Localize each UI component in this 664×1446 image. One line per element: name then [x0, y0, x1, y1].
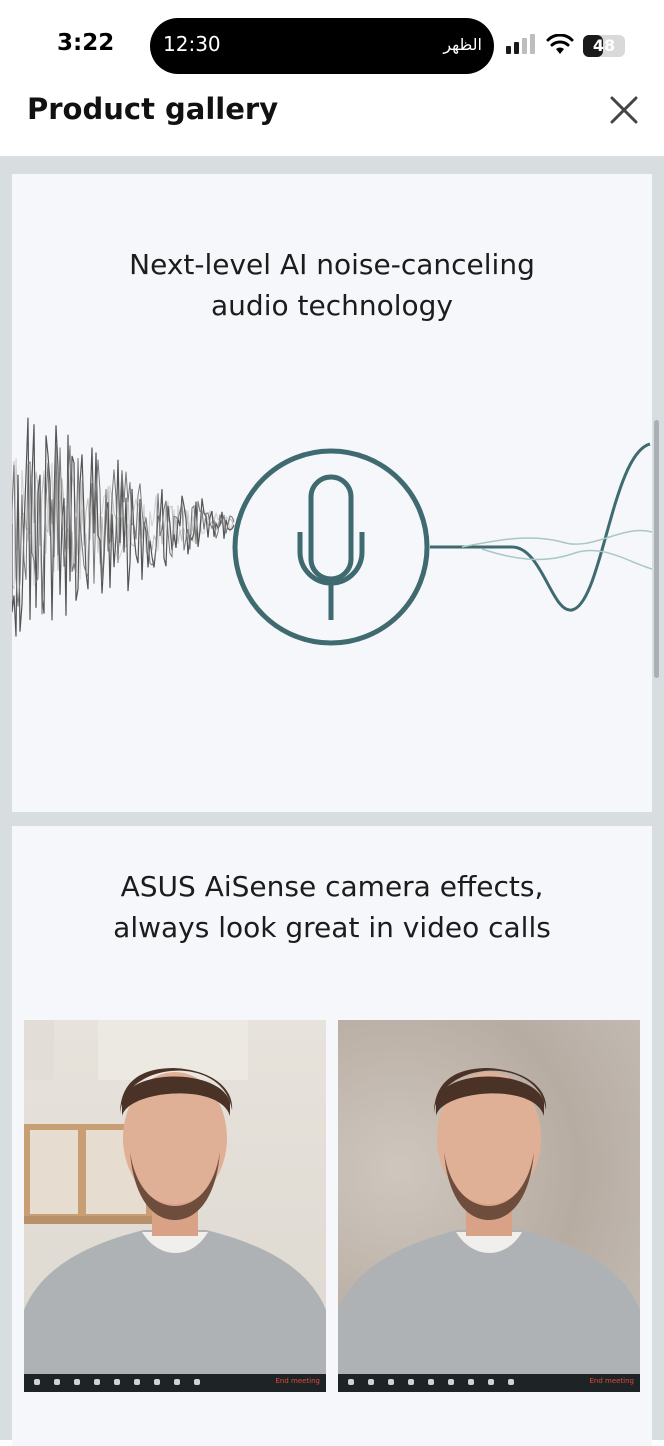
wifi-icon [546, 34, 574, 54]
noise-canceling-illustration [12, 417, 652, 646]
status-bar: 3:22 12:30 الظهر 48 [0, 0, 664, 86]
header: Product gallery [0, 86, 664, 156]
person-photo [338, 1068, 640, 1392]
video-call-toolbar: End meeting [338, 1374, 640, 1392]
microphone-icon [232, 448, 430, 646]
video-call-blurred-background: End meeting [338, 1020, 640, 1392]
heading-line-2: always look great in video calls [113, 911, 551, 944]
battery-level: 48 [592, 36, 616, 55]
person-photo [24, 1020, 326, 1392]
gallery-image-aisense-camera[interactable]: ASUS AiSense camera effects, always look… [12, 826, 652, 1446]
cellular-signal-icon [506, 34, 535, 54]
panel-heading: ASUS AiSense camera effects, always look… [12, 866, 652, 948]
video-call-toolbar: End meeting [24, 1374, 326, 1392]
dynamic-island[interactable]: 12:30 الظهر [150, 18, 494, 74]
island-label: الظهر [443, 35, 482, 54]
island-time: 12:30 [163, 32, 221, 56]
page-title: Product gallery [27, 92, 279, 126]
status-time: 3:22 [57, 30, 115, 56]
close-icon[interactable] [606, 92, 642, 128]
heading-line-1: ASUS AiSense camera effects, [120, 870, 544, 903]
video-call-original-background: End meeting [24, 1020, 326, 1392]
end-meeting-label: End meeting [589, 1377, 634, 1385]
heading-line-2: audio technology [211, 289, 453, 322]
heading-line-1: Next-level AI noise-canceling [129, 248, 535, 281]
end-meeting-label: End meeting [275, 1377, 320, 1385]
gallery-image-noise-canceling[interactable]: Next-level AI noise-canceling audio tech… [12, 174, 652, 812]
clean-waveform [430, 442, 652, 612]
battery-icon: 48 [583, 35, 625, 57]
product-gallery[interactable]: Next-level AI noise-canceling audio tech… [0, 156, 664, 1446]
noisy-waveform [12, 417, 235, 637]
scrollbar[interactable] [654, 420, 659, 678]
panel-heading: Next-level AI noise-canceling audio tech… [12, 244, 652, 326]
